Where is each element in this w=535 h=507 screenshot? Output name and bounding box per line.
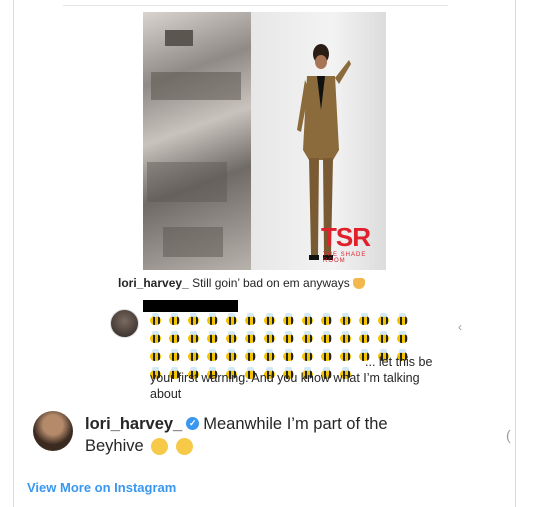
caption-text: Still goin’ bad on em anyways bbox=[192, 276, 350, 290]
image-caption: lori_harvey_ Still goin’ bad on em anywa… bbox=[118, 276, 366, 290]
honeybee-icon bbox=[147, 313, 164, 327]
verified-badge-icon: ✓ bbox=[186, 417, 200, 431]
post-image[interactable]: TSR THE SHADE ROOM bbox=[143, 12, 386, 270]
commenter-avatar[interactable] bbox=[110, 309, 139, 338]
more-options-icon[interactable]: ‹ bbox=[458, 320, 462, 334]
tsr-watermark-sub: THE SHADE ROOM bbox=[323, 252, 367, 264]
redacted-username bbox=[143, 300, 238, 312]
tears-of-joy-icon bbox=[175, 438, 193, 456]
divider bbox=[63, 5, 448, 6]
post-text-line2: Beyhive bbox=[85, 437, 144, 455]
caption-username[interactable]: lori_harvey_ bbox=[118, 276, 189, 290]
room-photo bbox=[143, 12, 251, 270]
avatar[interactable] bbox=[33, 411, 73, 451]
post-text-line1: Meanwhile I’m part of the bbox=[203, 415, 388, 433]
tsr-watermark: TSR bbox=[321, 222, 371, 252]
chevron-left-icon[interactable]: ( bbox=[506, 427, 511, 443]
view-more-link[interactable]: View More on Instagram bbox=[27, 480, 176, 495]
cat-face-icon bbox=[353, 278, 366, 290]
post-username[interactable]: lori_harvey_ bbox=[85, 415, 182, 433]
outfit-photo: TSR THE SHADE ROOM bbox=[251, 12, 386, 270]
comment-text: ... let this be your first warning. And … bbox=[150, 355, 433, 401]
weary-face-icon bbox=[151, 438, 169, 456]
